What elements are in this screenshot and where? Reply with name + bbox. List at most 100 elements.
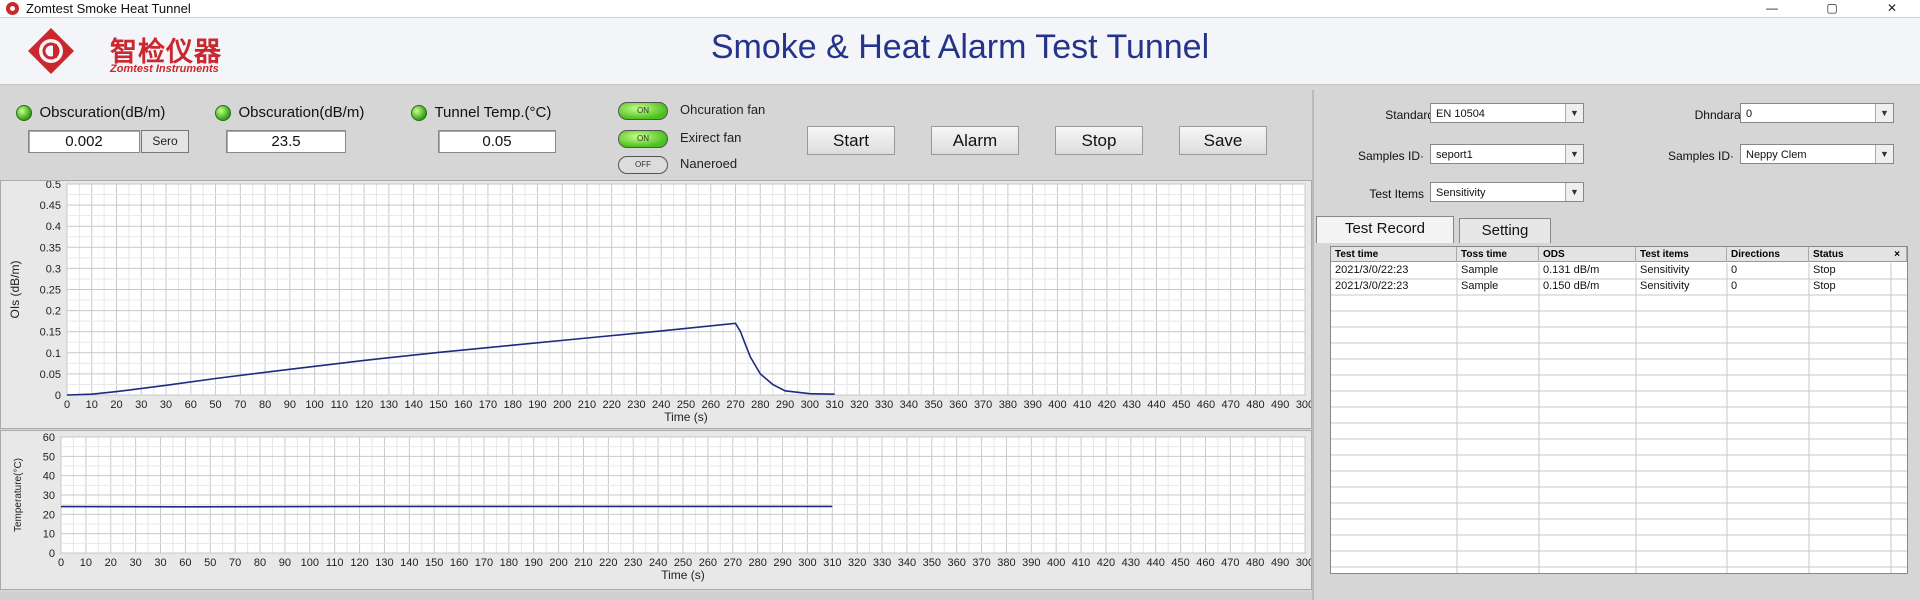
stop-button[interactable]: Stop <box>1055 126 1143 155</box>
chevron-down-icon[interactable]: ▼ <box>1565 145 1583 163</box>
chevron-down-icon[interactable]: ▼ <box>1565 183 1583 201</box>
fan-state-pill[interactable]: OFF <box>618 156 668 174</box>
x-tick-label: 300 <box>1296 399 1311 411</box>
x-tick-label: 340 <box>898 557 916 569</box>
x-tick-label: 440 <box>1147 557 1165 569</box>
x-tick-label: 330 <box>875 399 893 411</box>
save-button[interactable]: Save <box>1179 126 1267 155</box>
app-header: 智检仪器 Zomtest Instruments Smoke & Heat Al… <box>0 18 1920 85</box>
close-window-button[interactable]: ✕ <box>1872 0 1912 17</box>
table-header-cell[interactable]: Directions <box>1727 247 1809 262</box>
status-bar <box>0 592 1312 600</box>
y-tick-label: 0.05 <box>40 369 61 381</box>
table-header-cell[interactable]: Test time <box>1331 247 1457 262</box>
start-button[interactable]: Start <box>807 126 895 155</box>
test-items-value: Sensitivity <box>1436 187 1486 199</box>
x-tick-label: 290 <box>776 399 794 411</box>
chevron-down-icon[interactable]: ▼ <box>1875 104 1893 122</box>
x-tick-label: 480 <box>1246 557 1264 569</box>
x-tick-label: 270 <box>724 557 742 569</box>
x-tick-label: 300 <box>801 399 819 411</box>
standard-label: Standard <box>1385 108 1434 122</box>
x-tick-label: 140 <box>400 557 418 569</box>
right-samples-select[interactable]: Neppy Clem ▼ <box>1740 144 1894 164</box>
table-header-cell[interactable]: Toss time <box>1457 247 1539 262</box>
x-tick-label: 450 <box>1172 399 1190 411</box>
x-tick-label: 180 <box>500 557 518 569</box>
x-tick-label: 210 <box>578 399 596 411</box>
x-tick-label: 380 <box>999 399 1017 411</box>
fan-state-pill[interactable]: ON <box>618 102 668 120</box>
samples-select[interactable]: seport1 ▼ <box>1430 144 1584 164</box>
x-tick-label: 290 <box>773 557 791 569</box>
maximize-button[interactable]: ▢ <box>1812 0 1852 17</box>
table-grid <box>1331 263 1907 573</box>
alarm-button[interactable]: Alarm <box>931 126 1019 155</box>
title-bar: Zomtest Smoke Heat Tunnel — ▢ ✕ <box>0 0 1920 18</box>
x-tick-label: 0 <box>64 399 70 411</box>
x-tick-label: 440 <box>1147 399 1165 411</box>
right-panel: Standard EN 10504 ▼ Dhndarat 0 ▼ Samples… <box>1312 90 1920 600</box>
table-cell: Sample <box>1461 280 1499 292</box>
y-tick-label: 0.3 <box>46 263 61 275</box>
zero-button[interactable]: Sero <box>141 130 189 153</box>
y-tick-label: 0 <box>55 390 61 402</box>
x-tick-label: 400 <box>1048 399 1066 411</box>
right-standard-value: 0 <box>1746 108 1753 120</box>
samples-label: Samples ID· <box>1357 149 1424 163</box>
x-tick-label: 360 <box>948 557 966 569</box>
x-tick-label: 330 <box>873 557 891 569</box>
tunnel-temp-value: 0.05 <box>438 130 556 153</box>
x-tick-label: 210 <box>574 557 592 569</box>
table-cell: Sample <box>1461 264 1499 276</box>
x-tick-label: 100 <box>305 399 323 411</box>
y-tick-label: 0.1 <box>46 348 61 360</box>
obscuration-chart-panel: 0 10 20 30 30 60 50 70 80 90 100 110 120 130 140 150 160… <box>0 179 1314 429</box>
x-tick-label: 230 <box>627 399 645 411</box>
x-tick-label: 120 <box>350 557 368 569</box>
table-header-cell[interactable]: Status <box>1809 247 1891 262</box>
x-tick-label: 490 <box>1271 557 1289 569</box>
x-tick-label: 160 <box>454 399 472 411</box>
status-led-icon <box>411 104 427 121</box>
x-tick-label: 20 <box>110 399 122 411</box>
test-items-select[interactable]: Sensitivity ▼ <box>1430 182 1584 202</box>
x-tick-label: 80 <box>254 557 266 569</box>
x-tick-label: 480 <box>1246 399 1264 411</box>
x-tick-label: 410 <box>1073 399 1091 411</box>
x-tick-label: 200 <box>553 399 571 411</box>
x-tick-label: 180 <box>504 399 522 411</box>
x-tick-label: 380 <box>997 557 1015 569</box>
chevron-down-icon[interactable]: ▼ <box>1875 145 1893 163</box>
minimize-button[interactable]: — <box>1752 0 1792 17</box>
indicator-obscuration-2: Obscuration(dB/m) <box>215 104 364 122</box>
x-tick-label: 370 <box>974 399 992 411</box>
table-cell: 0.131 dB/m <box>1543 264 1600 276</box>
x-tick-label: 340 <box>900 399 918 411</box>
indicator-label: Obscuration(dB/m) <box>238 104 365 122</box>
x-tick-label: 350 <box>923 557 941 569</box>
y-tick-label: 20 <box>43 509 55 521</box>
x-tick-label: 410 <box>1072 557 1090 569</box>
x-tick-label: 30 <box>130 557 142 569</box>
standard-select[interactable]: EN 10504 ▼ <box>1430 103 1584 123</box>
chevron-down-icon[interactable]: ▼ <box>1565 104 1583 122</box>
x-tick-label: 170 <box>475 557 493 569</box>
fan-state-pill[interactable]: ON <box>618 130 668 148</box>
table-header-cell[interactable]: Test items <box>1636 247 1727 262</box>
right-standard-select[interactable]: 0 ▼ <box>1740 103 1894 123</box>
fan-label: Exirect fan <box>680 130 742 145</box>
x-tick-label: 320 <box>848 557 866 569</box>
table-header-cell[interactable]: ODS <box>1539 247 1636 262</box>
indicator-label: Tunnel Temp.(°C) <box>434 104 552 122</box>
y-tick-label: 0.15 <box>40 327 61 339</box>
tab-test-record[interactable]: Test Record <box>1316 216 1454 243</box>
tab-setting[interactable]: Setting <box>1459 218 1551 243</box>
x-tick-label: 370 <box>972 557 990 569</box>
y-tick-label: 30 <box>43 490 55 502</box>
x-tick-label: 320 <box>850 399 868 411</box>
x-tick-label: 190 <box>528 399 546 411</box>
close-icon[interactable]: × <box>1888 247 1907 262</box>
x-axis-label: Time (s) <box>664 410 708 424</box>
x-tick-label: 10 <box>86 399 98 411</box>
